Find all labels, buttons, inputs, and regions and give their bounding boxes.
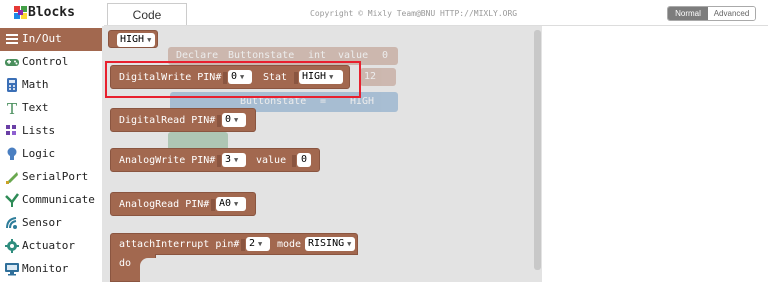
copyright-text: Copyright © Mixly Team@BNU HTTP://MIXLY.… [310,9,518,18]
ghost-pin: 12 [364,71,377,82]
sidebar-item-label: SerialPort [22,170,89,183]
sidebar-item-control[interactable]: Control [0,51,102,74]
sidebar-item-label: Sensor [22,216,62,229]
sidebar-item-label: Math [22,78,49,91]
highlight-box [105,61,361,98]
pin-socket [211,199,215,211]
chevron-down-icon: ▼ [258,240,263,248]
sidebar-item-lists[interactable]: Lists [0,120,102,143]
attachinterrupt-label: attachInterrupt pin# [119,239,240,250]
sidebar-item-math[interactable]: Math [0,74,102,97]
sidebar-item-label: Actuator [22,239,75,252]
bulb-icon [7,147,17,160]
sidebar-item-in-out[interactable]: In/Out [0,28,102,51]
communicate-icon [5,193,19,207]
high-dropdown[interactable]: HIGH ▼ [117,33,155,47]
mode-normal-button[interactable]: Normal [668,7,708,20]
app-title: Blocks [28,5,75,20]
text-t-icon: T [7,100,17,116]
digitalread-label: DigitalRead PIN# [119,115,216,126]
attachinterrupt-mode-label: mode [277,239,302,250]
attachinterrupt-block[interactable]: attachInterrupt pin# 2 ▼ mode RISING ▼ [110,233,358,255]
ghost-type: int [308,50,327,61]
analogwrite-value-label: value [256,155,287,166]
category-sidebar: Blocks In/Out Control Math T Text Lists … [0,0,102,282]
analogwrite-pin-dropdown[interactable]: 3 ▼ [222,153,246,167]
mode-toggle: Normal Advanced [667,6,756,21]
statement-slot [140,258,160,282]
sidebar-item-label: Communicate [22,193,95,206]
sidebar-item-text[interactable]: T Text [0,97,102,120]
attachinterrupt-mode: RISING [308,238,345,249]
digitalread-pin: 0 [225,114,232,125]
chevron-down-icon: ▼ [147,36,152,44]
gamepad-icon [5,59,19,66]
pin-socket [217,155,221,167]
tab-code[interactable]: Code [107,3,187,26]
attachinterrupt-mode-dropdown[interactable]: RISING ▼ [305,237,355,251]
attachinterrupt-do-label: do [119,258,132,269]
ghost-value-label: value [338,50,369,61]
pin-socket [241,239,245,251]
chevron-down-icon: ▼ [234,116,239,124]
ghost-declare-label: Declare [176,50,219,61]
flyout-scrollbar[interactable] [534,30,541,270]
analogread-block[interactable]: AnalogRead PIN# A0 ▼ [110,192,256,216]
chevron-down-icon: ▼ [347,240,352,248]
serial-port-icon [6,172,18,184]
sidebar-item-label: Monitor [22,262,69,275]
sidebar-item-label: Logic [22,147,56,160]
digitalread-block[interactable]: DigitalRead PIN# 0 ▼ [110,108,256,132]
lists-icon [6,125,16,135]
analogwrite-block[interactable]: AnalogWrite PIN# 3 ▼ value 0 [110,148,320,172]
high-value: HIGH [120,34,145,45]
ghost-value: 0 [382,50,389,61]
sidebar-item-communicate[interactable]: Communicate [0,189,102,212]
sensor-icon [6,217,17,229]
sidebar-item-actuator[interactable]: Actuator [0,235,102,258]
value-socket [292,155,296,167]
sidebar-item-label: Control [22,55,69,68]
blocks-header: Blocks [0,0,102,28]
sidebar-item-label: Text [22,101,49,114]
sidebar-item-serialport[interactable]: SerialPort [0,166,102,189]
chevron-down-icon: ▼ [234,156,239,164]
analogwrite-pin: 3 [225,154,232,165]
analogread-pin: A0 [219,198,232,209]
actuator-gear-icon [5,239,19,253]
sidebar-item-label: Lists [22,124,56,137]
attachinterrupt-pin-dropdown[interactable]: 2 ▼ [246,237,270,251]
analogread-label: AnalogRead PIN# [119,199,210,210]
pin-socket [217,115,221,127]
analogwrite-value-field[interactable]: 0 [297,153,311,167]
digitalread-pin-dropdown[interactable]: 0 ▼ [222,113,246,127]
sidebar-item-sensor[interactable]: Sensor [0,212,102,235]
attachinterrupt-pin: 2 [249,238,256,249]
monitor-icon [5,263,19,276]
colorful-blocks-icon [14,6,27,19]
sidebar-item-logic[interactable]: Logic [0,143,102,166]
ghost-pin-block: 12 [360,68,396,86]
analogwrite-label: AnalogWrite PIN# [119,155,216,166]
sidebar-item-label: In/Out [22,32,62,45]
mode-advanced-button[interactable]: Advanced [708,7,755,20]
in-out-icon [6,34,18,44]
analogread-pin-dropdown[interactable]: A0 ▼ [216,197,246,211]
svg-text:T: T [7,100,17,116]
ghost-var-name: Buttonstate [228,50,295,61]
chevron-down-icon: ▼ [234,200,239,208]
sidebar-item-monitor[interactable]: Monitor [0,258,102,281]
calculator-icon [7,78,17,92]
high-block[interactable]: HIGH ▼ [108,30,158,48]
